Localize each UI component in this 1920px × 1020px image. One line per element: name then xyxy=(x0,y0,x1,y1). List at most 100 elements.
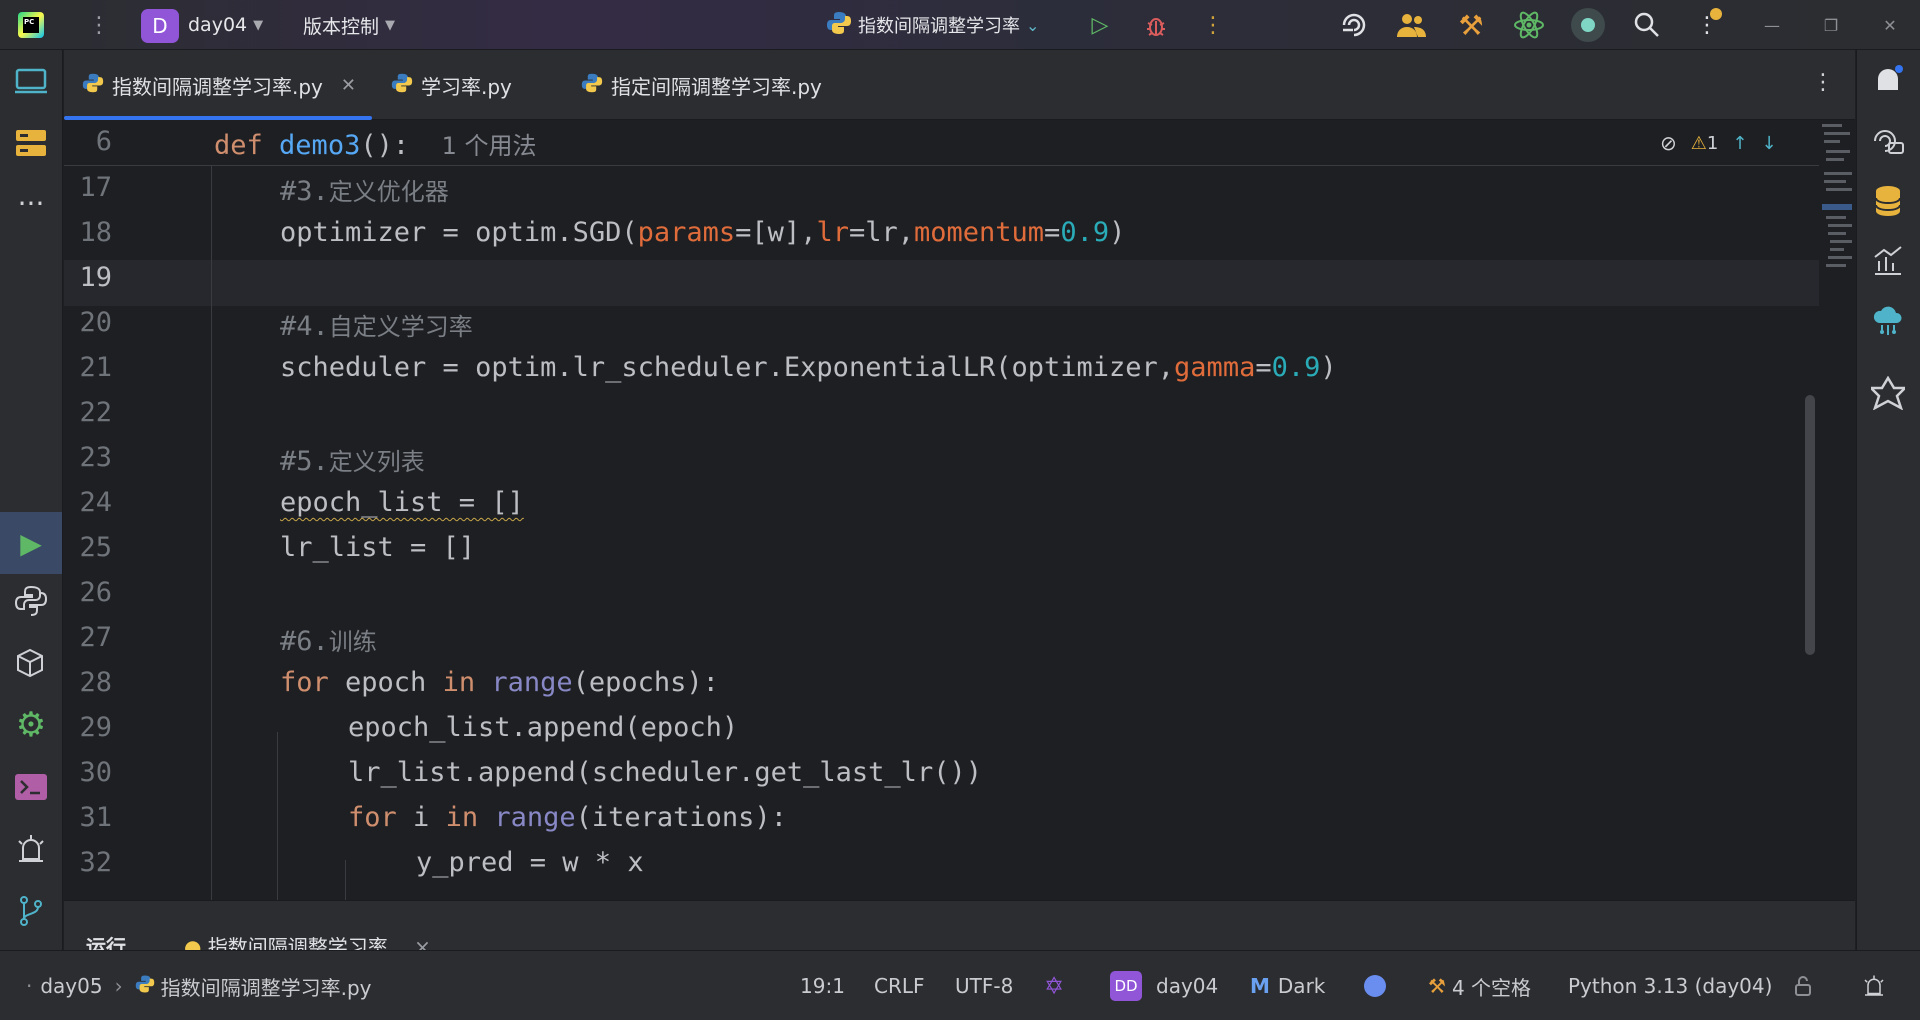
breadcrumb-file[interactable]: 指数间隔调整学习率.py xyxy=(161,972,372,1001)
debug-icon[interactable] xyxy=(1139,8,1173,42)
build-tools-icon[interactable]: ⚒ xyxy=(1454,8,1488,42)
notifications-icon[interactable] xyxy=(1865,58,1911,104)
editor-vertical-scrollbar[interactable] xyxy=(1805,395,1815,655)
line-number: 24 xyxy=(79,487,112,518)
usages-hint[interactable]: 1 个用法 xyxy=(442,132,537,160)
keyword: for xyxy=(348,802,397,833)
breadcrumb-project[interactable]: day05 xyxy=(40,974,102,998)
project-badge[interactable]: D xyxy=(141,9,179,43)
record-icon[interactable] xyxy=(1571,8,1605,42)
main-menu-button[interactable]: ⋮ xyxy=(88,0,110,50)
caret-position[interactable]: 19:1 xyxy=(800,951,845,1020)
close-window-button[interactable]: ✕ xyxy=(1861,0,1919,50)
code-minimap[interactable] xyxy=(1820,120,1855,900)
code-editor[interactable]: 6 def demo3(): 1 个用法 ⊘ ⚠1 ↑ ↓ 17 18 19 2… xyxy=(64,120,1855,900)
maximize-button[interactable]: ❐ xyxy=(1802,0,1860,50)
code-comment: #5.定义列表 xyxy=(280,442,425,477)
code-text: ) xyxy=(1109,217,1126,248)
line-number: 17 xyxy=(79,172,112,203)
code-line-30: lr_list.append(scheduler.get_last_lr()) xyxy=(348,757,982,788)
status-indicator-icon[interactable] xyxy=(1364,951,1386,1020)
lock-icon[interactable] xyxy=(1794,951,1812,1020)
plugin-icon[interactable] xyxy=(1865,370,1911,416)
git-branch-icon[interactable] xyxy=(8,888,54,934)
run-tab[interactable]: ● 指数间隔调整学习率 × xyxy=(184,931,431,950)
code-line-18: optimizer = optim.SGD(params=[w],lr=lr,m… xyxy=(280,217,1125,248)
close-tab-icon[interactable]: × xyxy=(414,935,431,950)
project-name: day04 xyxy=(188,14,248,36)
more-actions-icon[interactable]: ⋮ xyxy=(1196,8,1230,42)
project-view-icon[interactable] xyxy=(8,58,54,104)
close-tab-icon[interactable]: ✕ xyxy=(341,75,356,96)
minimize-button[interactable]: — xyxy=(1743,0,1801,50)
theme-switcher[interactable]: M Dark xyxy=(1250,951,1325,1020)
build-tools-icon: ⚒ xyxy=(1428,974,1446,998)
settings-icon[interactable]: ⋮ xyxy=(1690,8,1724,42)
minimap-line xyxy=(1828,256,1852,259)
run-tool-window-icon[interactable]: ▶ xyxy=(0,512,62,574)
code-text: optimizer = optim.SGD( xyxy=(280,217,638,248)
remote-cloud-icon[interactable] xyxy=(1865,298,1911,344)
previous-highlight-icon[interactable]: ↑ xyxy=(1732,133,1747,154)
pycharm-logo-icon[interactable]: PC xyxy=(18,12,44,38)
minimap-line xyxy=(1826,158,1844,161)
project-selector[interactable]: day04 ▼ xyxy=(188,0,263,50)
vcs-menu-button[interactable]: 版本控制 ▼ xyxy=(303,0,395,50)
run-panel-title[interactable]: 运行 xyxy=(86,931,126,950)
structure-icon[interactable] xyxy=(8,120,54,166)
line-number: 19 xyxy=(79,262,112,293)
ai-chat-icon[interactable] xyxy=(1865,120,1911,166)
sciview-chart-icon[interactable] xyxy=(1865,238,1911,284)
file-encoding[interactable]: UTF-8 xyxy=(955,951,1013,1020)
problems-icon[interactable] xyxy=(8,826,54,872)
code-text: = xyxy=(1044,217,1061,248)
next-highlight-icon[interactable]: ↓ xyxy=(1761,133,1776,154)
ai-assistant-icon[interactable] xyxy=(1337,8,1371,42)
search-icon[interactable] xyxy=(1630,8,1664,42)
warning-icon: ⚠ xyxy=(1690,132,1707,154)
comment-text: 自定义学习率 xyxy=(328,313,473,341)
comment-prefix: #3. xyxy=(280,176,329,207)
code-line-28: for epoch in range(epochs): xyxy=(280,667,719,698)
run-configuration-selector[interactable]: 指数间隔调整学习率 ⌄ xyxy=(826,0,1039,50)
minimap-line xyxy=(1822,124,1842,127)
tab-step-lr[interactable]: 指定间隔调整学习率.py xyxy=(581,50,822,120)
line-separator[interactable]: CRLF xyxy=(874,951,925,1020)
run-icon[interactable]: ▷ xyxy=(1083,8,1117,42)
more-tool-windows-icon[interactable]: ··· xyxy=(8,180,54,226)
line-number: 18 xyxy=(79,217,112,248)
indent-settings[interactable]: ⚒ 4 个空格 xyxy=(1428,951,1531,1020)
code-text: scheduler = optim.lr_scheduler.Exponenti… xyxy=(280,352,1175,383)
code-with-me-icon[interactable] xyxy=(1395,8,1429,42)
sticky-scroll-header[interactable]: 6 def demo3(): 1 个用法 ⊘ ⚠1 ↑ ↓ xyxy=(64,120,1819,166)
chevron-down-icon: ▼ xyxy=(253,17,264,33)
minimap-line xyxy=(1828,224,1852,227)
interpreter-profile[interactable]: DD day04 xyxy=(1110,951,1218,1020)
python-interpreter[interactable]: Python 3.13 (day04) xyxy=(1568,951,1772,1020)
python-file-icon xyxy=(391,72,413,99)
logo-text: PC xyxy=(23,17,39,33)
run-config-name: 指数间隔调整学习率 xyxy=(858,16,1020,37)
hide-hints-icon[interactable]: ⊘ xyxy=(1660,131,1677,155)
services-gear-icon[interactable]: ⚙ xyxy=(8,702,54,748)
minimap-line xyxy=(1826,216,1846,219)
atom-icon[interactable] xyxy=(1512,8,1546,42)
current-line-highlight xyxy=(64,260,1819,306)
code-text: epoch xyxy=(328,667,443,698)
python-packages-icon[interactable] xyxy=(8,640,54,686)
tab-exponential-lr[interactable]: 指数间隔调整学习率.py ✕ xyxy=(82,50,356,120)
param-name: params xyxy=(637,217,736,248)
ai-status-icon[interactable]: ✡ xyxy=(1044,951,1064,1020)
database-icon[interactable] xyxy=(1865,178,1911,224)
code-text: = xyxy=(1255,352,1272,383)
tab-learning-rate[interactable]: 学习率.py xyxy=(391,50,512,120)
terminal-icon[interactable] xyxy=(8,764,54,810)
profile-badge: DD xyxy=(1110,971,1142,1001)
python-console-icon[interactable] xyxy=(8,578,54,624)
event-log-icon[interactable] xyxy=(1862,951,1886,1020)
minimap-line xyxy=(1830,240,1852,243)
warning-counter[interactable]: ⚠1 xyxy=(1691,133,1719,154)
code-text: (): xyxy=(360,130,410,161)
tab-overflow-menu-icon[interactable]: ⋮ xyxy=(1812,70,1834,95)
tab-label: 指数间隔调整学习率.py xyxy=(112,74,323,99)
